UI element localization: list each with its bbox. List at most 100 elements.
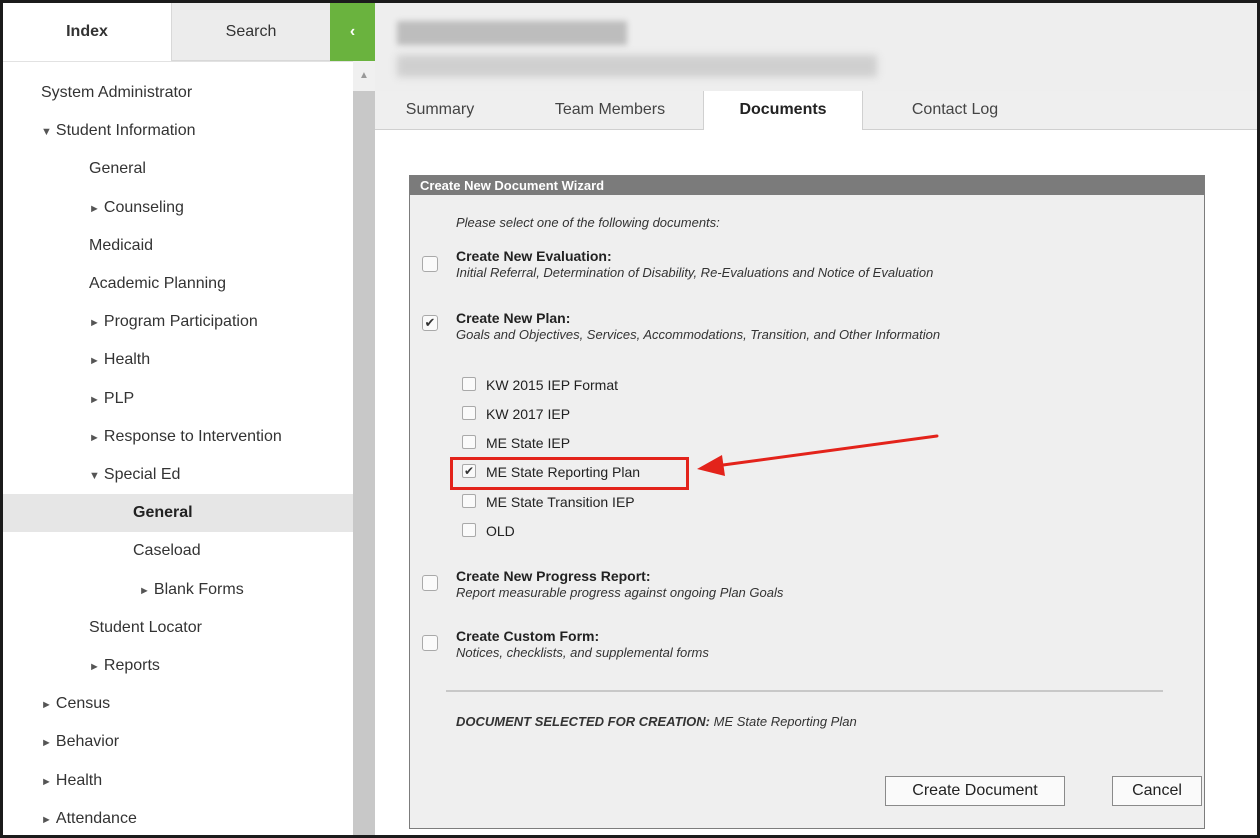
highlight-box-annotation <box>450 457 689 490</box>
custom-form-description: Notices, checklists, and supplemental fo… <box>456 645 709 660</box>
selected-document-summary: DOCUMENT SELECTED FOR CREATION: ME State… <box>456 714 857 729</box>
collapsed-triangle-icon[interactable]: ► <box>89 355 100 367</box>
tab-search[interactable]: Search <box>172 3 330 61</box>
tree-item-label: Reports <box>103 657 160 674</box>
create-document-button[interactable]: Create Document <box>885 776 1065 806</box>
expanded-triangle-icon[interactable]: ▼ <box>89 470 100 482</box>
tree-item-health[interactable]: ► Health <box>3 762 353 800</box>
collapsed-triangle-icon[interactable]: ► <box>89 661 100 673</box>
evaluation-title: Create New Evaluation: <box>456 248 612 264</box>
plan-format-checkbox-me-state-iep[interactable] <box>462 435 476 449</box>
tree-item-student-locator[interactable]: Student Locator <box>3 609 353 647</box>
navigation-scrollbar[interactable]: ▲ <box>353 61 375 835</box>
tree-item-plp[interactable]: ► PLP <box>3 380 353 418</box>
tree-item-label: Program Participation <box>103 313 258 331</box>
collapse-panel-button[interactable]: ‹ <box>330 3 375 61</box>
tree-item-label: Counseling <box>103 198 184 216</box>
expanded-triangle-icon[interactable]: ▼ <box>41 126 52 138</box>
tree-item-label: Attendance <box>55 809 137 827</box>
tree-item-general[interactable]: General <box>3 494 353 533</box>
evaluation-checkbox[interactable] <box>422 256 438 272</box>
collapsed-triangle-icon[interactable]: ► <box>89 317 100 329</box>
collapsed-triangle-icon[interactable]: ► <box>41 814 52 826</box>
student-header <box>375 3 1257 91</box>
tab-summary[interactable]: Summary <box>375 91 505 129</box>
plan-option: Create New Plan: Goals and Objectives, S… <box>456 310 940 342</box>
selected-document-value: ME State Reporting Plan <box>713 714 857 729</box>
custom-form-option: Create Custom Form: Notices, checklists,… <box>456 628 709 660</box>
tree-item-label: Behavior <box>55 733 120 751</box>
tree-item-label: Census <box>55 695 111 713</box>
custom-form-title: Create Custom Form: <box>456 628 600 644</box>
tree-item-label: Health <box>55 771 103 789</box>
plan-format-checkbox-kw-2017[interactable] <box>462 406 476 420</box>
plan-format-label-me-state-transition-iep: ME State Transition IEP <box>486 494 635 510</box>
tree-item-label: Academic Planning <box>89 275 226 292</box>
document-tabs: Summary Team Members Documents Contact L… <box>375 91 1257 130</box>
tab-team-members[interactable]: Team Members <box>519 91 701 129</box>
tree-item-census[interactable]: ► Census <box>3 685 353 723</box>
plan-description: Goals and Objectives, Services, Accommod… <box>456 327 941 342</box>
evaluation-option: Create New Evaluation: Initial Referral,… <box>456 248 933 280</box>
redacted-student-details <box>397 55 877 77</box>
scroll-up-icon[interactable]: ▲ <box>353 61 375 91</box>
progress-report-description: Report measurable progress against ongoi… <box>456 585 784 600</box>
selected-document-label: DOCUMENT SELECTED FOR CREATION: <box>456 714 710 729</box>
redacted-student-name <box>397 21 627 45</box>
tree-item-response-to-intervention[interactable]: ► Response to Intervention <box>3 418 353 456</box>
collapsed-triangle-icon[interactable]: ► <box>89 203 100 215</box>
check-icon: ✔ <box>424 315 436 330</box>
tree-item-label: Student Locator <box>89 618 202 636</box>
tree-item-student-information[interactable]: ▼ Student Information <box>3 112 353 150</box>
tree-item-general[interactable]: General <box>3 150 353 188</box>
tree-item-system-administrator[interactable]: System Administrator <box>3 74 353 112</box>
wizard-prompt: Please select one of the following docum… <box>456 215 720 230</box>
tree-item-health[interactable]: ► Health <box>3 341 353 379</box>
tree-item-blank-forms[interactable]: ► Blank Forms <box>3 571 353 609</box>
plan-format-label-kw-2017: KW 2017 IEP <box>486 406 571 422</box>
progress-report-checkbox[interactable] <box>422 575 438 591</box>
tree-item-reports[interactable]: ► Reports <box>3 647 353 685</box>
tree-item-counseling[interactable]: ► Counseling <box>3 189 353 227</box>
plan-checkbox[interactable]: ✔ <box>422 315 438 331</box>
cancel-button[interactable]: Cancel <box>1112 776 1202 806</box>
tab-contact-log[interactable]: Contact Log <box>867 91 1043 129</box>
plan-format-checkbox-me-state-transition-iep[interactable] <box>462 494 476 508</box>
collapsed-triangle-icon[interactable]: ► <box>41 737 52 749</box>
tree-item-label: Medicaid <box>89 236 154 254</box>
tree-item-label: Blank Forms <box>153 580 244 598</box>
collapsed-triangle-icon[interactable]: ► <box>41 776 52 788</box>
tree-item-label: General <box>89 160 146 178</box>
chevron-left-icon: ‹ <box>349 23 356 40</box>
content-panel: Summary Team Members Documents Contact L… <box>375 3 1257 835</box>
tree-item-caseload[interactable]: Caseload <box>3 532 353 570</box>
collapsed-triangle-icon[interactable]: ► <box>89 394 100 406</box>
tree-item-attendance[interactable]: ► Attendance <box>3 800 353 835</box>
navigation-panel: Index Search ‹ System Administrator ▼ Stud… <box>3 3 375 835</box>
collapsed-triangle-icon[interactable]: ► <box>89 432 100 444</box>
tree-item-label: General <box>133 504 193 522</box>
tree-item-special-ed[interactable]: ▼ Special Ed <box>3 456 353 494</box>
tree-item-label: Student Information <box>55 122 196 140</box>
plan-format-label-kw-2015: KW 2015 IEP Format <box>486 377 619 393</box>
tree-item-program-participation[interactable]: ► Program Participation <box>3 303 353 341</box>
wizard-title: Create New Document Wizard <box>410 176 1204 195</box>
navigation-tabs: Index Search ‹ <box>3 3 375 61</box>
plan-format-checkbox-kw-2015[interactable] <box>462 377 476 391</box>
tree-item-medicaid[interactable]: Medicaid <box>3 227 353 265</box>
evaluation-description: Initial Referral, Determination of Disab… <box>456 265 934 280</box>
plan-format-label-me-state-iep: ME State IEP <box>486 435 571 451</box>
tab-index[interactable]: Index <box>3 3 172 61</box>
custom-form-checkbox[interactable] <box>422 635 438 651</box>
collapsed-triangle-icon[interactable]: ► <box>139 585 150 597</box>
create-document-wizard: Create New Document Wizard Please select… <box>409 175 1205 829</box>
tree-item-label: System Administrator <box>41 84 193 101</box>
progress-report-option: Create New Progress Report: Report measu… <box>456 568 783 600</box>
tree-item-label: PLP <box>103 389 135 407</box>
tab-documents[interactable]: Documents <box>703 91 863 130</box>
collapsed-triangle-icon[interactable]: ► <box>41 699 52 711</box>
plan-format-checkbox-old[interactable] <box>462 523 476 537</box>
tree-item-behavior[interactable]: ► Behavior <box>3 723 353 761</box>
tree-item-academic-planning[interactable]: Academic Planning <box>3 265 353 303</box>
plan-title: Create New Plan: <box>456 310 571 326</box>
